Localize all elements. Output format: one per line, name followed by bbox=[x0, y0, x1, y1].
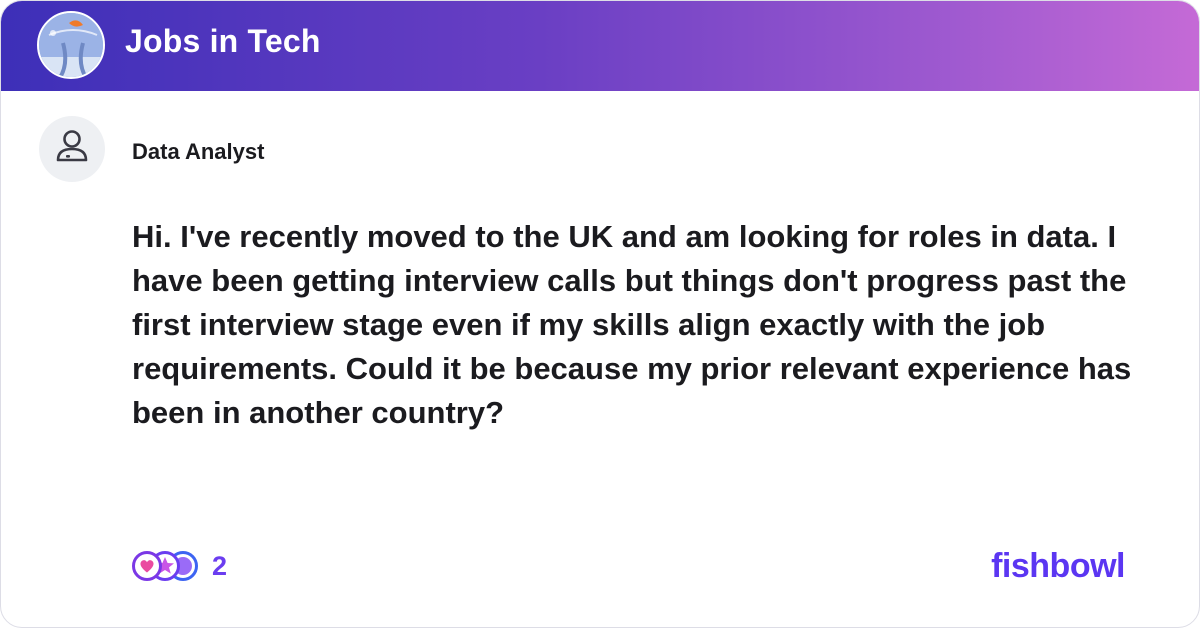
fishbowl-logo[interactable]: fishbowl bbox=[991, 547, 1125, 586]
author-name[interactable]: Data Analyst bbox=[132, 139, 264, 165]
bowl-logo-art bbox=[39, 13, 103, 77]
bowl-title[interactable]: Jobs in Tech bbox=[125, 23, 321, 60]
post-card: Jobs in Tech Data Analyst Hi. I've recen… bbox=[0, 0, 1200, 628]
user-icon bbox=[56, 130, 88, 162]
bowl-header: Jobs in Tech bbox=[1, 1, 1199, 91]
reaction-icons-art bbox=[132, 551, 198, 581]
bowl-logo-icon[interactable] bbox=[37, 11, 105, 79]
reaction-count[interactable]: 2 bbox=[212, 551, 227, 582]
reaction-icons[interactable] bbox=[131, 550, 201, 582]
author-avatar[interactable] bbox=[39, 116, 105, 182]
post-body-text: Hi. I've recently moved to the UK and am… bbox=[132, 219, 1132, 430]
